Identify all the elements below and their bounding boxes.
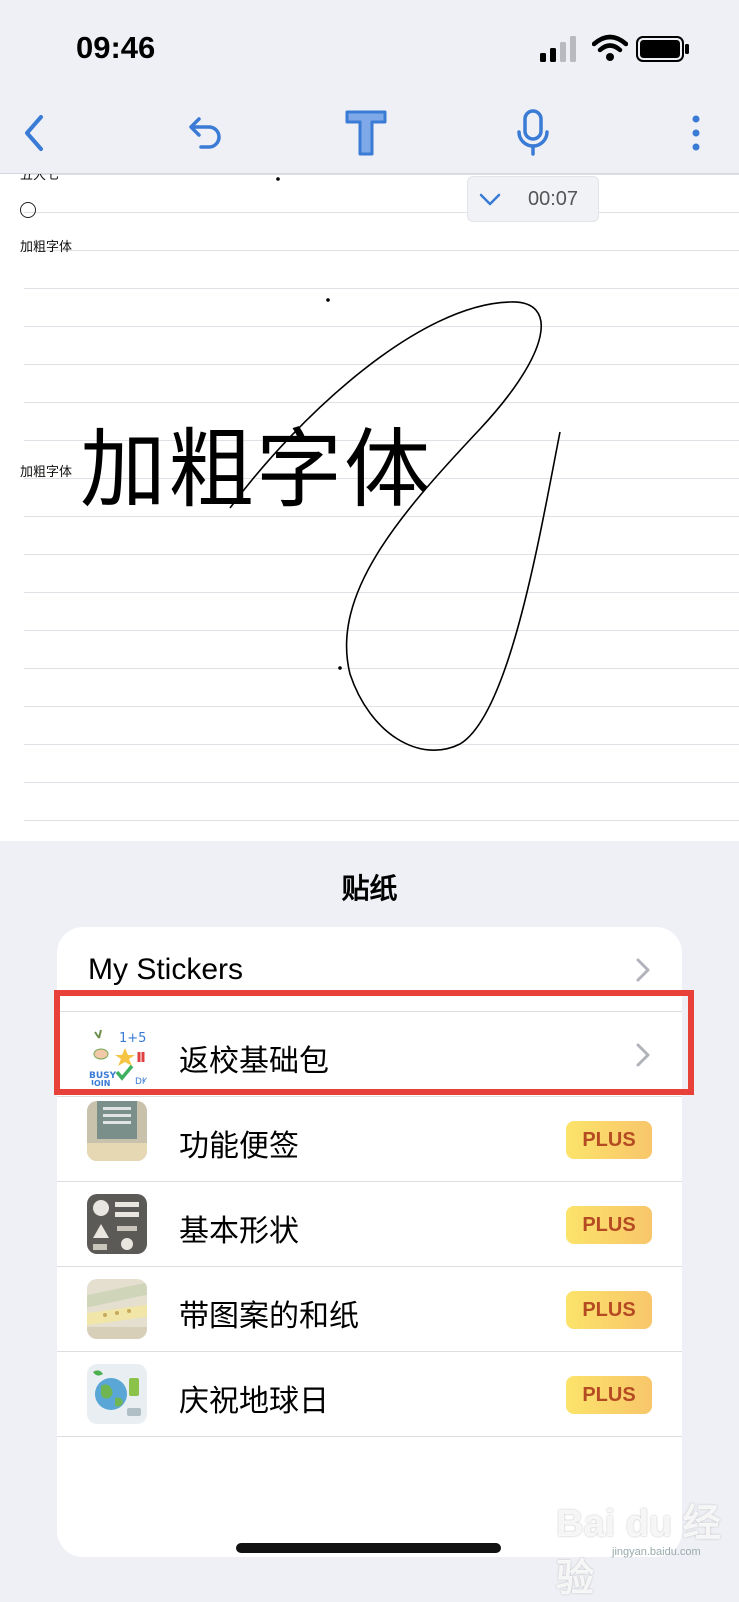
status-time: 09:46 — [76, 30, 156, 65]
svg-text:JOIN: JOIN — [90, 1079, 110, 1086]
back-to-school-stickers-icon: 1+5 BUSY JOIN DK — [87, 1026, 147, 1086]
chevron-down-icon[interactable] — [478, 187, 502, 211]
plus-badge: PLUS — [566, 1206, 652, 1244]
undo-icon — [189, 117, 221, 149]
list-item-label: 返校基础包 — [179, 1044, 329, 1079]
list-item-back-to-school[interactable]: 1+5 BUSY JOIN DK 返校基础包 — [57, 1012, 682, 1097]
home-indicator — [236, 1543, 501, 1553]
sheet-title: 贴纸 — [341, 872, 398, 905]
sticker-sheet: 贴纸 My Stickers 1+5 BUSY JOIN DK 返校基础包 功能… — [0, 841, 739, 1600]
svg-text:DK: DK — [135, 1077, 147, 1086]
list-item-patterned-washi[interactable]: 带图案的和纸 PLUS — [57, 1267, 682, 1352]
list-item-label: 功能便签 — [179, 1129, 299, 1164]
back-button[interactable] — [6, 105, 62, 161]
more-vertical-icon — [692, 115, 700, 151]
list-item-earth-day[interactable]: 庆祝地球日 PLUS — [57, 1352, 682, 1437]
chevron-left-icon — [25, 115, 43, 151]
earth-day-icon — [87, 1364, 147, 1424]
list-item-label: 庆祝地球日 — [179, 1384, 329, 1419]
list-item-label: 带图案的和纸 — [179, 1299, 359, 1334]
list-item-functional-notes[interactable]: 功能便签 PLUS — [57, 1097, 682, 1182]
chevron-right-icon — [636, 1043, 650, 1067]
status-bar: 09:46 — [0, 0, 739, 95]
note-canvas[interactable]: 五大七 加粗字体 加粗字体 加粗字体 00:07 — [0, 174, 739, 841]
text-tool-icon — [345, 110, 387, 156]
plus-badge: PLUS — [566, 1121, 652, 1159]
chevron-right-icon — [636, 958, 650, 982]
svg-text:1+5: 1+5 — [119, 1031, 146, 1046]
recording-timer[interactable]: 00:07 — [467, 176, 599, 222]
battery-icon — [636, 36, 689, 62]
list-item-basic-shapes[interactable]: 基本形状 PLUS — [57, 1182, 682, 1267]
microphone-button[interactable] — [505, 105, 561, 161]
plus-badge: PLUS — [566, 1291, 652, 1329]
cellular-signal-icon — [540, 36, 576, 62]
undo-button[interactable] — [177, 105, 233, 161]
text-tool-button[interactable] — [338, 105, 394, 161]
watermark-url: jingyan.baidu.com — [612, 1546, 701, 1558]
list-item-label: My Stickers — [88, 953, 244, 986]
wifi-icon — [592, 34, 628, 61]
list-item-my-stickers[interactable]: My Stickers — [57, 927, 682, 1012]
handwritten-stroke — [229, 177, 561, 751]
plus-badge: PLUS — [566, 1376, 652, 1414]
functional-notes-icon — [87, 1101, 147, 1161]
microphone-icon — [517, 109, 549, 156]
sticker-list: My Stickers 1+5 BUSY JOIN DK 返校基础包 功能便签 … — [57, 927, 682, 1557]
editor-toolbar — [0, 95, 739, 174]
patterned-washi-icon — [87, 1279, 147, 1339]
basic-shapes-icon — [87, 1194, 147, 1254]
list-item-label: 基本形状 — [179, 1214, 299, 1249]
more-options-button[interactable] — [668, 105, 724, 161]
recording-time: 00:07 — [528, 188, 579, 210]
